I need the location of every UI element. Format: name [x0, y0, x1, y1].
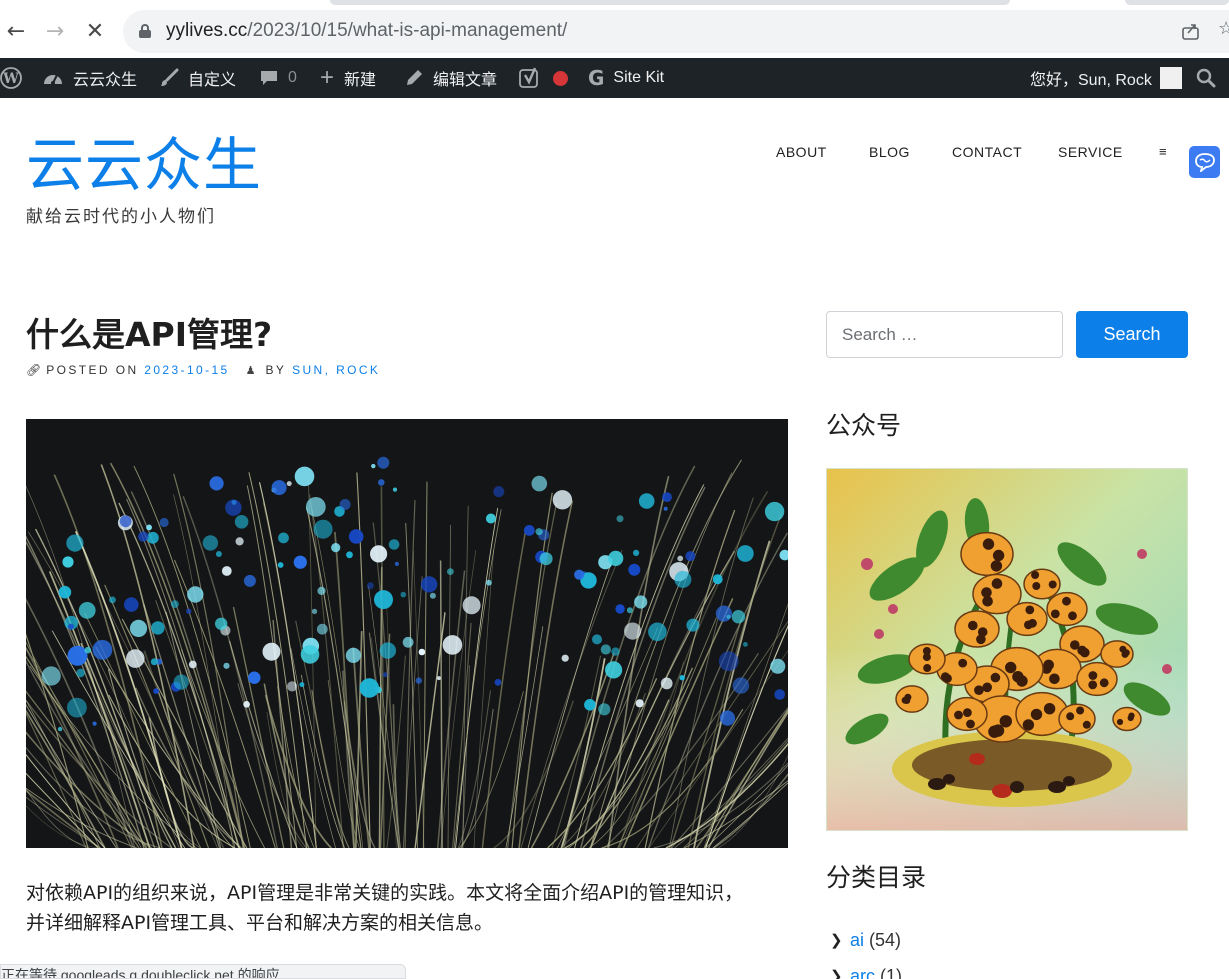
- tab-strip-right: [1125, 0, 1229, 5]
- google-g-icon: G: [588, 66, 605, 90]
- site-tagline: 献给云时代的小人物们: [26, 207, 216, 227]
- hamburger-menu-icon[interactable]: ≡: [1159, 144, 1167, 159]
- browser-toolbar: ← → ✕ yylives.cc/2023/10/15/what-is-api-…: [0, 0, 1229, 58]
- user-icon: ♟: [245, 364, 256, 377]
- search-input[interactable]: [826, 311, 1063, 358]
- search-icon: [1196, 68, 1216, 88]
- post-body-line-2: 并详细解释API管理工具、平台和解决方案的相关信息。: [26, 912, 494, 934]
- post-body-line-1: 对依赖API的组织来说，API管理是非常关键的实践。本文将全面介绍API的管理知…: [26, 882, 744, 904]
- comment-bubble-icon: [259, 68, 279, 88]
- search-button[interactable]: Search: [1076, 311, 1188, 358]
- list-item: ❯ ai (54): [830, 922, 902, 958]
- new-content-label: 新建: [344, 72, 377, 89]
- wordpress-logo-button[interactable]: W: [0, 58, 22, 98]
- category-count: (1): [880, 965, 903, 979]
- arrow-right-icon: →: [45, 18, 65, 44]
- greeting-label: 您好，Sun, Rock: [1030, 72, 1152, 89]
- featured-image-fiber-optics: [26, 419, 788, 848]
- wechat-qr-image-ants: [826, 468, 1188, 831]
- forward-button[interactable]: →: [41, 17, 69, 45]
- post-title: 什么是API管理?: [26, 315, 273, 354]
- nav-blog[interactable]: BLOG: [869, 144, 910, 160]
- seo-status-dot: [553, 70, 568, 86]
- category-count: (54): [869, 929, 902, 950]
- stop-loading-button[interactable]: ✕: [81, 17, 109, 45]
- edit-post-label: 编辑文章: [433, 72, 498, 89]
- post-meta: 🔗︎ POSTED ON 2023-10-15 ♟ BY SUN, ROCK: [26, 363, 380, 377]
- tab-strip: [330, 0, 1010, 5]
- url-text[interactable]: yylives.cc/2023/10/15/what-is-api-manage…: [166, 20, 567, 42]
- paperclip-icon: 🔗︎: [26, 363, 42, 377]
- admin-site-name[interactable]: 云云众生: [42, 58, 137, 98]
- primary-nav: ABOUT BLOG CONTACT SERVICE ≡: [776, 144, 1176, 166]
- post-excerpt: 对依赖API的组织来说，API管理是非常关键的实践。本文将全面介绍API的管理知…: [26, 878, 788, 938]
- nav-about[interactable]: ABOUT: [776, 144, 827, 160]
- category-list: ❯ ai (54) ❯ arc (1): [830, 922, 902, 979]
- address-bar[interactable]: yylives.cc/2023/10/15/what-is-api-manage…: [123, 10, 1229, 53]
- posted-on-label: POSTED ON: [46, 363, 139, 377]
- author-link[interactable]: SUN, ROCK: [292, 363, 380, 377]
- paintbrush-icon: [159, 68, 179, 88]
- nav-service[interactable]: SERVICE: [1058, 144, 1123, 160]
- pencil-icon: [404, 68, 424, 88]
- arrow-left-icon: ←: [6, 18, 26, 44]
- comments-link[interactable]: 0: [259, 58, 297, 98]
- comments-count: 0: [288, 69, 297, 86]
- admin-site-name-label: 云云众生: [73, 72, 138, 89]
- wp-admin-bar: W 云云众生 自定义 0 + 新建 编辑文章 G Site Kit 您好，Sun…: [0, 58, 1229, 98]
- my-account-menu[interactable]: 您好，Sun, Rock: [1030, 58, 1182, 98]
- by-label: BY: [265, 363, 287, 377]
- site-kit-label: Site Kit: [613, 69, 665, 86]
- post-date-link[interactable]: 2023-10-15: [144, 363, 229, 377]
- edit-post-link[interactable]: 编辑文章: [404, 58, 497, 98]
- categories-widget-title: 分类目录: [826, 863, 927, 892]
- customize-link[interactable]: 自定义: [159, 58, 236, 98]
- bookmark-star-icon[interactable]: ☆: [1218, 18, 1229, 39]
- brain-icon: [1194, 153, 1215, 172]
- url-path: /2023/10/15/what-is-api-management/: [247, 20, 568, 41]
- new-content-link[interactable]: + 新建: [320, 58, 376, 98]
- customize-label: 自定义: [188, 72, 237, 89]
- close-icon: ✕: [85, 18, 105, 44]
- wordpress-logo-icon: W: [0, 67, 22, 89]
- category-link[interactable]: ai: [850, 930, 864, 951]
- list-item: ❯ arc (1): [830, 958, 902, 979]
- nav-contact[interactable]: CONTACT: [952, 144, 1022, 160]
- back-button[interactable]: ←: [2, 17, 30, 45]
- site-kit-menu[interactable]: G Site Kit: [588, 58, 664, 98]
- extension-brain-button[interactable]: [1189, 146, 1220, 178]
- svg-text:W: W: [2, 71, 19, 87]
- admin-search-button[interactable]: [1196, 58, 1216, 98]
- browser-status-bubble: 正在等待 googleads.g.doubleclick.net 的响应...: [0, 964, 406, 979]
- lock-icon[interactable]: [139, 24, 151, 38]
- chevron-right-icon: ❯: [830, 932, 843, 949]
- yoast-seo-menu[interactable]: [519, 58, 568, 98]
- avatar: [1159, 67, 1182, 89]
- yoast-logo-icon: [519, 67, 538, 88]
- dashboard-gauge-icon: [42, 68, 64, 88]
- plus-icon: +: [320, 64, 335, 91]
- chevron-right-icon: ❯: [830, 968, 843, 979]
- wechat-widget-title: 公众号: [826, 411, 902, 440]
- site-title[interactable]: 云云众生: [26, 130, 262, 200]
- category-link[interactable]: arc: [850, 966, 875, 979]
- share-icon[interactable]: [1180, 20, 1202, 42]
- url-host: yylives.cc: [166, 20, 248, 41]
